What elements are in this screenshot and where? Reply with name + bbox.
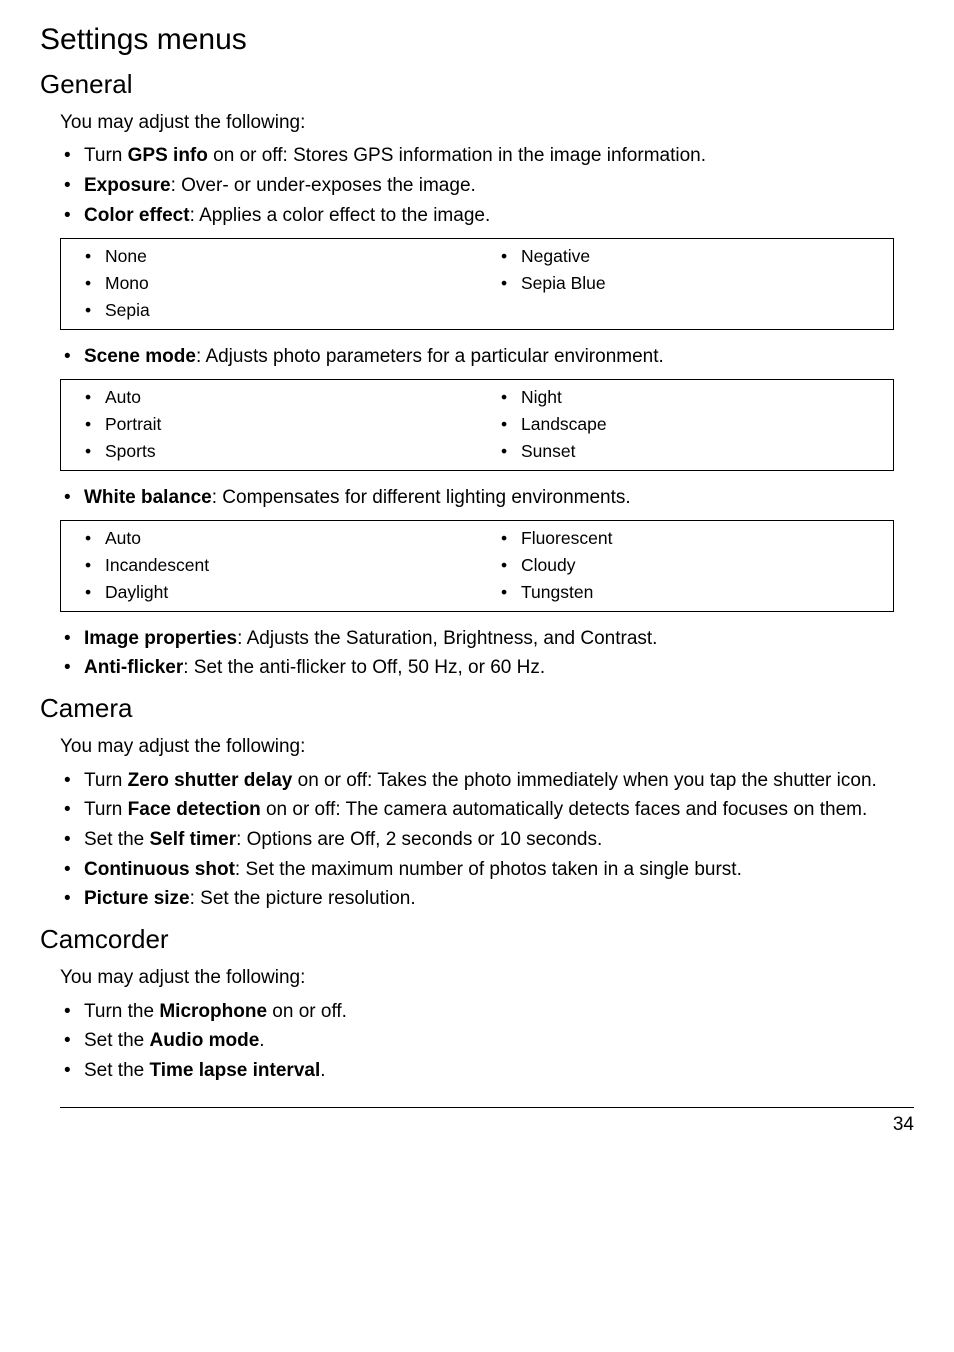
option-item: Tungsten (477, 579, 893, 606)
camcorder-list: Turn the Microphone on or off. Set the A… (60, 999, 914, 1084)
camera-heading: Camera (40, 691, 914, 726)
option-item: Auto (61, 525, 477, 552)
option-item: Portrait (61, 411, 477, 438)
option-item: Daylight (61, 579, 477, 606)
option-item: Fluorescent (477, 525, 893, 552)
scene-mode-options-box: Auto Portrait Sports Night Landscape Sun… (60, 379, 894, 470)
option-item: Sepia (61, 297, 477, 324)
option-item: Sepia Blue (477, 270, 893, 297)
white-balance-item: White balance: Compensates for different… (60, 485, 914, 511)
general-list-4: Image properties: Adjusts the Saturation… (60, 626, 914, 681)
general-list-3: White balance: Compensates for different… (60, 485, 914, 511)
option-item: Auto (61, 384, 477, 411)
picture-size-item: Picture size: Set the picture resolution… (60, 886, 914, 912)
image-properties-item: Image properties: Adjusts the Saturation… (60, 626, 914, 652)
camera-intro: You may adjust the following: (60, 734, 914, 760)
option-item: None (61, 243, 477, 270)
option-item: Night (477, 384, 893, 411)
page-number: 34 (893, 1114, 914, 1135)
option-item: Sunset (477, 438, 893, 465)
general-list-2: Scene mode: Adjusts photo parameters for… (60, 344, 914, 370)
white-balance-options-box: Auto Incandescent Daylight Fluorescent C… (60, 520, 894, 611)
face-detection-item: Turn Face detection on or off: The camer… (60, 797, 914, 823)
general-intro: You may adjust the following: (60, 110, 914, 136)
camera-list: Turn Zero shutter delay on or off: Takes… (60, 768, 914, 912)
audio-mode-item: Set the Audio mode. (60, 1028, 914, 1054)
color-effect-item: Color effect: Applies a color effect to … (60, 203, 914, 229)
scene-mode-item: Scene mode: Adjusts photo parameters for… (60, 344, 914, 370)
general-heading: General (40, 67, 914, 102)
color-effect-options-box: None Mono Sepia Negative Sepia Blue (60, 238, 894, 329)
option-item: Negative (477, 243, 893, 270)
option-item: Mono (61, 270, 477, 297)
exposure-item: Exposure: Over- or under-exposes the ima… (60, 173, 914, 199)
anti-flicker-item: Anti-flicker: Set the anti-flicker to Of… (60, 655, 914, 681)
page-footer: 34 (60, 1107, 914, 1138)
microphone-item: Turn the Microphone on or off. (60, 999, 914, 1025)
option-item: Cloudy (477, 552, 893, 579)
settings-menus-heading: Settings menus (40, 20, 914, 61)
camcorder-heading: Camcorder (40, 922, 914, 957)
gps-info-item: Turn GPS info on or off: Stores GPS info… (60, 143, 914, 169)
time-lapse-item: Set the Time lapse interval. (60, 1058, 914, 1084)
general-list-1: Turn GPS info on or off: Stores GPS info… (60, 143, 914, 228)
continuous-shot-item: Continuous shot: Set the maximum number … (60, 857, 914, 883)
option-item: Sports (61, 438, 477, 465)
self-timer-item: Set the Self timer: Options are Off, 2 s… (60, 827, 914, 853)
option-item: Incandescent (61, 552, 477, 579)
camcorder-intro: You may adjust the following: (60, 965, 914, 991)
option-item: Landscape (477, 411, 893, 438)
zero-shutter-item: Turn Zero shutter delay on or off: Takes… (60, 768, 914, 794)
